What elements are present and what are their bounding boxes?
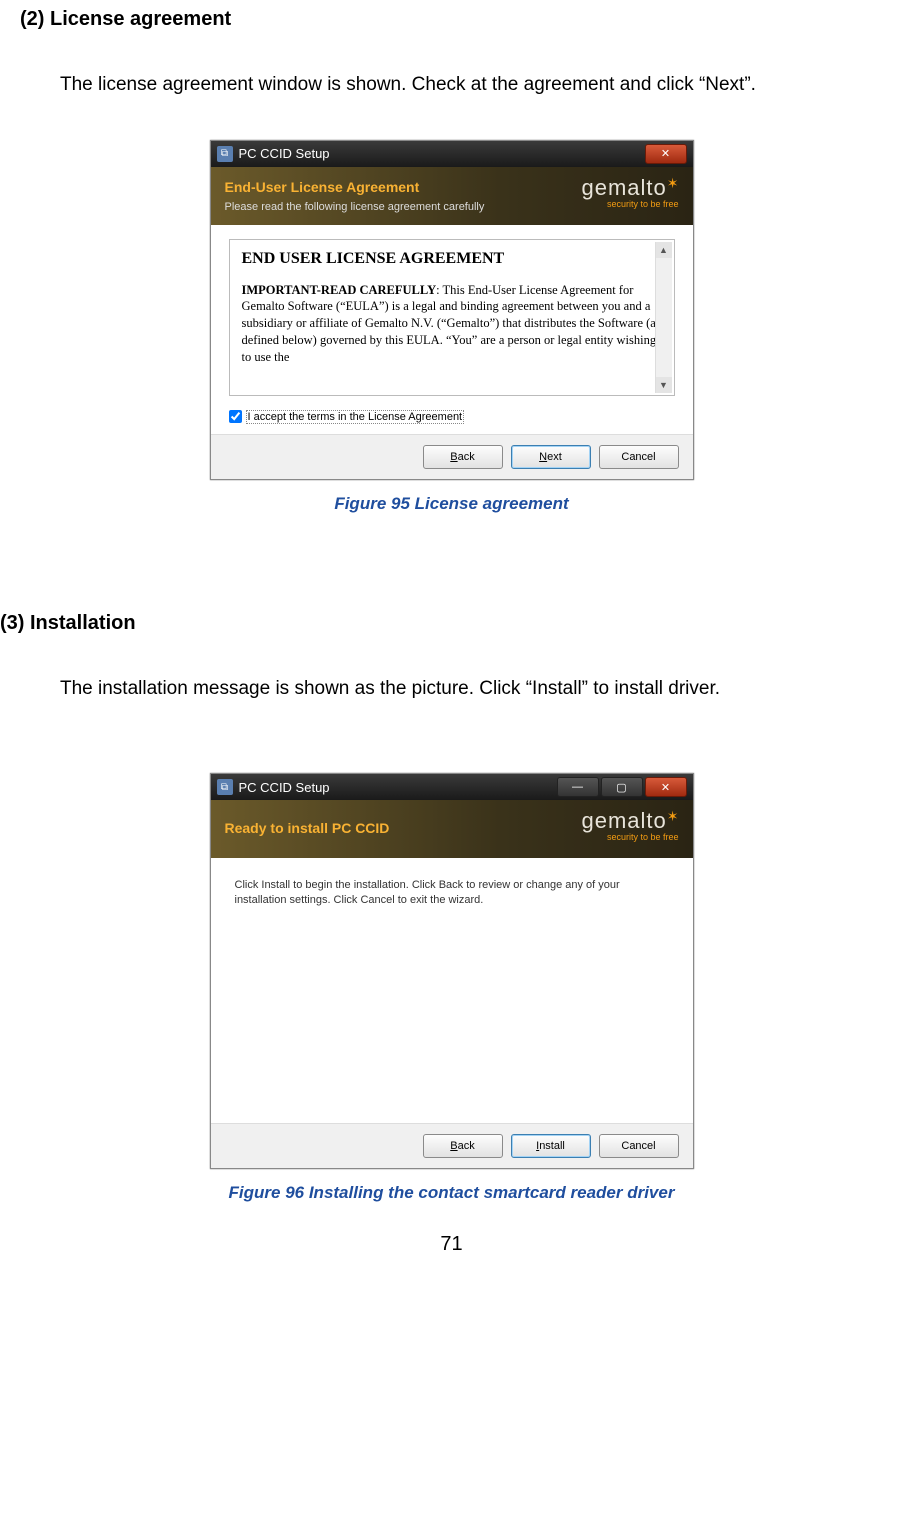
close-icon[interactable]: ✕	[645, 144, 687, 164]
scrollbar[interactable]: ▲ ▼	[655, 242, 672, 393]
figure-caption-96: Figure 96 Installing the contact smartca…	[229, 1183, 675, 1203]
brand-logo: gemalto✶ security to be free	[581, 808, 678, 842]
titlebar: ⧉ PC CCID Setup ✕	[211, 141, 693, 167]
installer-icon: ⧉	[217, 146, 233, 162]
accept-checkbox[interactable]	[229, 410, 242, 423]
cancel-button[interactable]: Cancel	[599, 1134, 679, 1158]
install-body: Click Install to begin the installation.…	[235, 879, 620, 906]
figure-caption-95: Figure 95 License agreement	[334, 494, 568, 514]
brand-name: gemalto	[581, 175, 666, 200]
dialog-install: ⧉ PC CCID Setup — ▢ ✕ Ready to install P…	[210, 773, 694, 1169]
eula-body: IMPORTANT-READ CAREFULLY: This End-User …	[242, 282, 662, 366]
dialog-license: ⧉ PC CCID Setup ✕ End-User License Agree…	[210, 140, 694, 480]
figure-license-agreement: ⧉ PC CCID Setup ✕ End-User License Agree…	[0, 140, 903, 514]
section-body-license: The license agreement window is shown. C…	[60, 71, 903, 100]
section-body-installation: The installation message is shown as the…	[60, 675, 903, 704]
dialog-banner: Ready to install PC CCID gemalto✶ securi…	[211, 800, 693, 858]
brand-tagline: security to be free	[581, 199, 678, 209]
banner-title: End-User License Agreement	[225, 179, 420, 195]
star-icon: ✶	[667, 808, 679, 824]
minimize-icon[interactable]: —	[557, 777, 599, 797]
scroll-down-icon[interactable]: ▼	[656, 377, 672, 393]
back-button[interactable]: Back	[423, 445, 503, 469]
section-heading-installation: (3) Installation	[0, 612, 903, 635]
back-button[interactable]: Back	[423, 1134, 503, 1158]
installer-icon: ⧉	[217, 779, 233, 795]
accept-row: I accept the terms in the License Agreem…	[229, 410, 675, 424]
page-number: 71	[0, 1233, 903, 1256]
brand-logo: gemalto✶ security to be free	[581, 175, 678, 209]
close-icon[interactable]: ✕	[645, 777, 687, 797]
scroll-up-icon[interactable]: ▲	[656, 242, 672, 258]
banner-title: Ready to install PC CCID	[225, 820, 390, 836]
eula-important: IMPORTANT-READ CAREFULLY	[242, 283, 437, 297]
maximize-icon[interactable]: ▢	[601, 777, 643, 797]
eula-textbox[interactable]: ▲ ▼ END USER LICENSE AGREEMENT IMPORTANT…	[229, 239, 675, 396]
titlebar: ⧉ PC CCID Setup — ▢ ✕	[211, 774, 693, 800]
window-title: PC CCID Setup	[239, 146, 330, 161]
eula-heading: END USER LICENSE AGREEMENT	[242, 250, 662, 268]
accept-label[interactable]: I accept the terms in the License Agreem…	[246, 410, 465, 424]
banner-subtitle: Please read the following license agreem…	[225, 201, 485, 213]
install-button[interactable]: Install	[511, 1134, 591, 1158]
dialog-content: Click Install to begin the installation.…	[211, 858, 693, 1123]
brand-tagline: security to be free	[581, 832, 678, 842]
brand-name: gemalto	[581, 808, 666, 833]
button-bar: Back Install Cancel	[211, 1123, 693, 1168]
section-heading-license: (2) License agreement	[20, 8, 903, 31]
cancel-button[interactable]: Cancel	[599, 445, 679, 469]
window-title: PC CCID Setup	[239, 780, 330, 795]
button-bar: Back Next Cancel	[211, 434, 693, 479]
figure-installation: ⧉ PC CCID Setup — ▢ ✕ Ready to install P…	[0, 773, 903, 1203]
star-icon: ✶	[667, 175, 679, 191]
dialog-content: ▲ ▼ END USER LICENSE AGREEMENT IMPORTANT…	[211, 225, 693, 434]
dialog-banner: End-User License Agreement Please read t…	[211, 167, 693, 225]
next-button[interactable]: Next	[511, 445, 591, 469]
